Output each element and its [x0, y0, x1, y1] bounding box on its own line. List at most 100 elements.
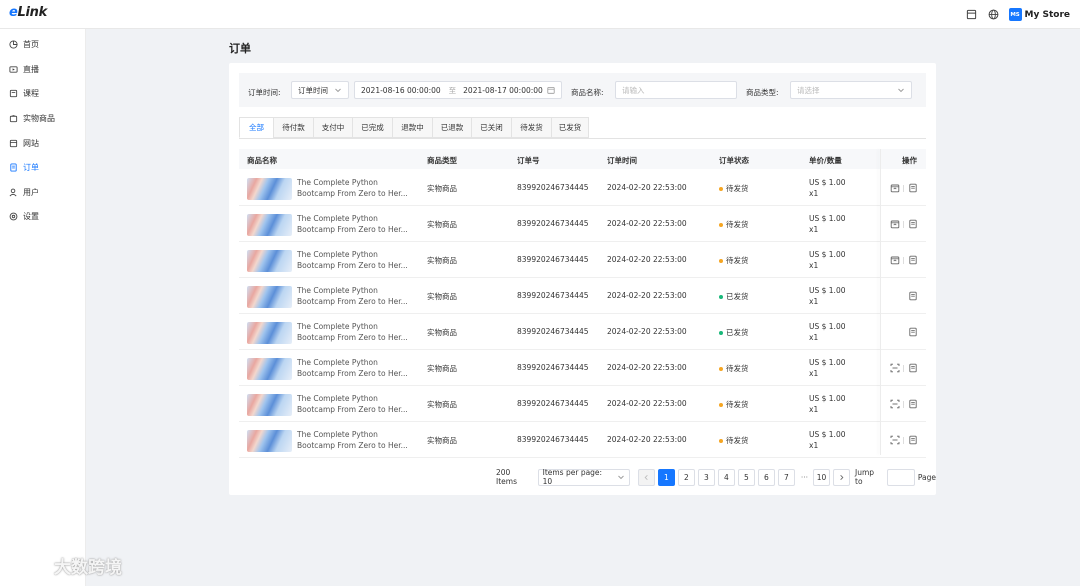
- home-icon: [9, 39, 18, 49]
- product-thumbnail[interactable]: [247, 322, 292, 344]
- table-row[interactable]: The Complete Python Bootcamp From Zero to…: [239, 314, 926, 350]
- product-type-select[interactable]: 请选择: [790, 81, 912, 99]
- store-avatar[interactable]: MS: [1008, 8, 1022, 21]
- price-quantity: US $ 1.00 x1: [809, 394, 846, 414]
- order-detail-icon[interactable]: [908, 291, 918, 301]
- pagination-ellipsis[interactable]: ···: [801, 473, 808, 482]
- page-10-button[interactable]: 10: [813, 468, 830, 486]
- date-end: 2021-08-17 00:00:00: [463, 85, 543, 95]
- tab-all[interactable]: 全部: [239, 117, 273, 138]
- table-row[interactable]: The Complete Python Bootcamp From Zero to…: [239, 422, 926, 458]
- sidebar-item-course[interactable]: 课程: [0, 83, 86, 103]
- sidebar-item-home[interactable]: 首页: [0, 34, 86, 54]
- table-row[interactable]: The Complete Python Bootcamp From Zero to…: [239, 350, 926, 386]
- date-range-picker[interactable]: 2021-08-16 00:00:00 至 2021-08-17 00:00:0…: [354, 81, 562, 99]
- scan-icon[interactable]: [890, 363, 900, 373]
- sidebar-item-product[interactable]: 实物商品: [0, 108, 86, 128]
- product-name[interactable]: The Complete Python Bootcamp From Zero to…: [297, 213, 415, 235]
- chevron-left-icon: [644, 474, 648, 480]
- order-time: 2024-02-20 22:53:00: [607, 435, 687, 444]
- product-name-input[interactable]: 请输入: [615, 81, 737, 99]
- status-badge: 待发货: [719, 435, 749, 446]
- product-name[interactable]: The Complete Python Bootcamp From Zero to…: [297, 249, 415, 271]
- order-detail-icon[interactable]: [908, 399, 918, 409]
- product-name[interactable]: The Complete Python Bootcamp From Zero to…: [297, 393, 415, 415]
- watermark-logo-icon: [10, 552, 50, 579]
- order-detail-icon[interactable]: [908, 363, 918, 373]
- page-6-button[interactable]: 6: [757, 468, 775, 486]
- page-5-button[interactable]: 5: [737, 468, 755, 486]
- order-detail-icon[interactable]: [908, 255, 918, 265]
- order-time-select[interactable]: 订单时间: [291, 81, 349, 99]
- product-name[interactable]: The Complete Python Bootcamp From Zero to…: [297, 429, 415, 451]
- scan-icon[interactable]: [890, 435, 900, 445]
- tab-pending-payment[interactable]: 待付款: [273, 117, 313, 138]
- product-name[interactable]: The Complete Python Bootcamp From Zero to…: [297, 177, 415, 199]
- chevron-right-icon: [840, 474, 844, 480]
- pagination: 200 Items Items per page: 10 1 2 3 4 5 6…: [496, 468, 936, 486]
- action-separator: [903, 401, 904, 408]
- prev-page-button[interactable]: [637, 468, 655, 486]
- sidebar-item-users[interactable]: 用户: [0, 182, 86, 202]
- product-thumbnail[interactable]: [247, 214, 292, 236]
- product-type: 实物商品: [427, 184, 457, 193]
- table-row[interactable]: The Complete Python Bootcamp From Zero to…: [239, 170, 926, 206]
- product-thumbnail[interactable]: [247, 178, 292, 200]
- product-name[interactable]: The Complete Python Bootcamp From Zero to…: [297, 321, 415, 343]
- table-row[interactable]: The Complete Python Bootcamp From Zero to…: [239, 278, 926, 314]
- table-row[interactable]: The Complete Python Bootcamp From Zero to…: [239, 242, 926, 278]
- sidebar-item-settings[interactable]: 设置: [0, 206, 86, 226]
- tab-completed[interactable]: 已完成: [352, 117, 392, 138]
- ship-icon[interactable]: [890, 219, 900, 229]
- sidebar-item-website[interactable]: 网站: [0, 133, 86, 153]
- page-1-button[interactable]: 1: [657, 468, 675, 486]
- tab-refunded[interactable]: 已退款: [432, 117, 471, 138]
- product-name[interactable]: The Complete Python Bootcamp From Zero to…: [297, 357, 415, 379]
- tab-to-ship[interactable]: 待发货: [511, 117, 551, 138]
- page-7-button[interactable]: 7: [777, 468, 795, 486]
- order-detail-icon[interactable]: [908, 183, 918, 193]
- chevron-down-icon: [898, 88, 904, 93]
- calendar-icon: [547, 87, 555, 94]
- page-3-button[interactable]: 3: [697, 468, 715, 486]
- product-thumbnail[interactable]: [247, 358, 292, 380]
- status-badge: 待发货: [719, 219, 749, 230]
- jump-page-input[interactable]: [886, 468, 915, 486]
- sidebar-item-orders[interactable]: 订单: [0, 157, 86, 177]
- ship-icon[interactable]: [890, 183, 900, 193]
- tab-paying[interactable]: 支付中: [313, 117, 352, 138]
- action-separator: [903, 257, 904, 264]
- table-row[interactable]: The Complete Python Bootcamp From Zero to…: [239, 206, 926, 242]
- page-2-button[interactable]: 2: [677, 468, 695, 486]
- live-icon: [9, 65, 18, 74]
- status-dot: [719, 402, 723, 407]
- table-row[interactable]: The Complete Python Bootcamp From Zero to…: [239, 386, 926, 422]
- order-detail-icon[interactable]: [908, 327, 918, 337]
- per-page-select[interactable]: Items per page: 10: [537, 468, 630, 486]
- status-badge: 待发货: [719, 255, 749, 266]
- ship-icon[interactable]: [890, 255, 900, 265]
- col-product-type: 商品类型: [427, 156, 457, 165]
- product-thumbnail[interactable]: [247, 394, 292, 416]
- store-icon[interactable]: [965, 8, 978, 21]
- order-time: 2024-02-20 22:53:00: [607, 255, 687, 264]
- product-thumbnail[interactable]: [247, 250, 292, 272]
- tab-closed[interactable]: 已关闭: [471, 117, 511, 138]
- store-name[interactable]: My Store: [1025, 10, 1070, 20]
- filter-bar: 订单时间: 订单时间 2021-08-16 00:00:00 至 2021-08…: [239, 73, 926, 107]
- order-detail-icon[interactable]: [908, 435, 918, 445]
- order-number: 839920246734445: [517, 435, 589, 444]
- tab-refunding[interactable]: 退款中: [392, 117, 432, 138]
- app-logo[interactable]: eLink: [9, 5, 47, 20]
- page-4-button[interactable]: 4: [717, 468, 735, 486]
- sidebar-item-live[interactable]: 直播: [0, 59, 86, 79]
- globe-icon[interactable]: [987, 8, 1000, 21]
- product-thumbnail[interactable]: [247, 430, 292, 452]
- scan-icon[interactable]: [890, 399, 900, 409]
- product-thumbnail[interactable]: [247, 286, 292, 308]
- product-name[interactable]: The Complete Python Bootcamp From Zero to…: [297, 285, 415, 307]
- chevron-down-icon: [335, 88, 341, 93]
- order-detail-icon[interactable]: [908, 219, 918, 229]
- tab-shipped[interactable]: 已发货: [551, 117, 589, 138]
- next-page-button[interactable]: [833, 468, 850, 486]
